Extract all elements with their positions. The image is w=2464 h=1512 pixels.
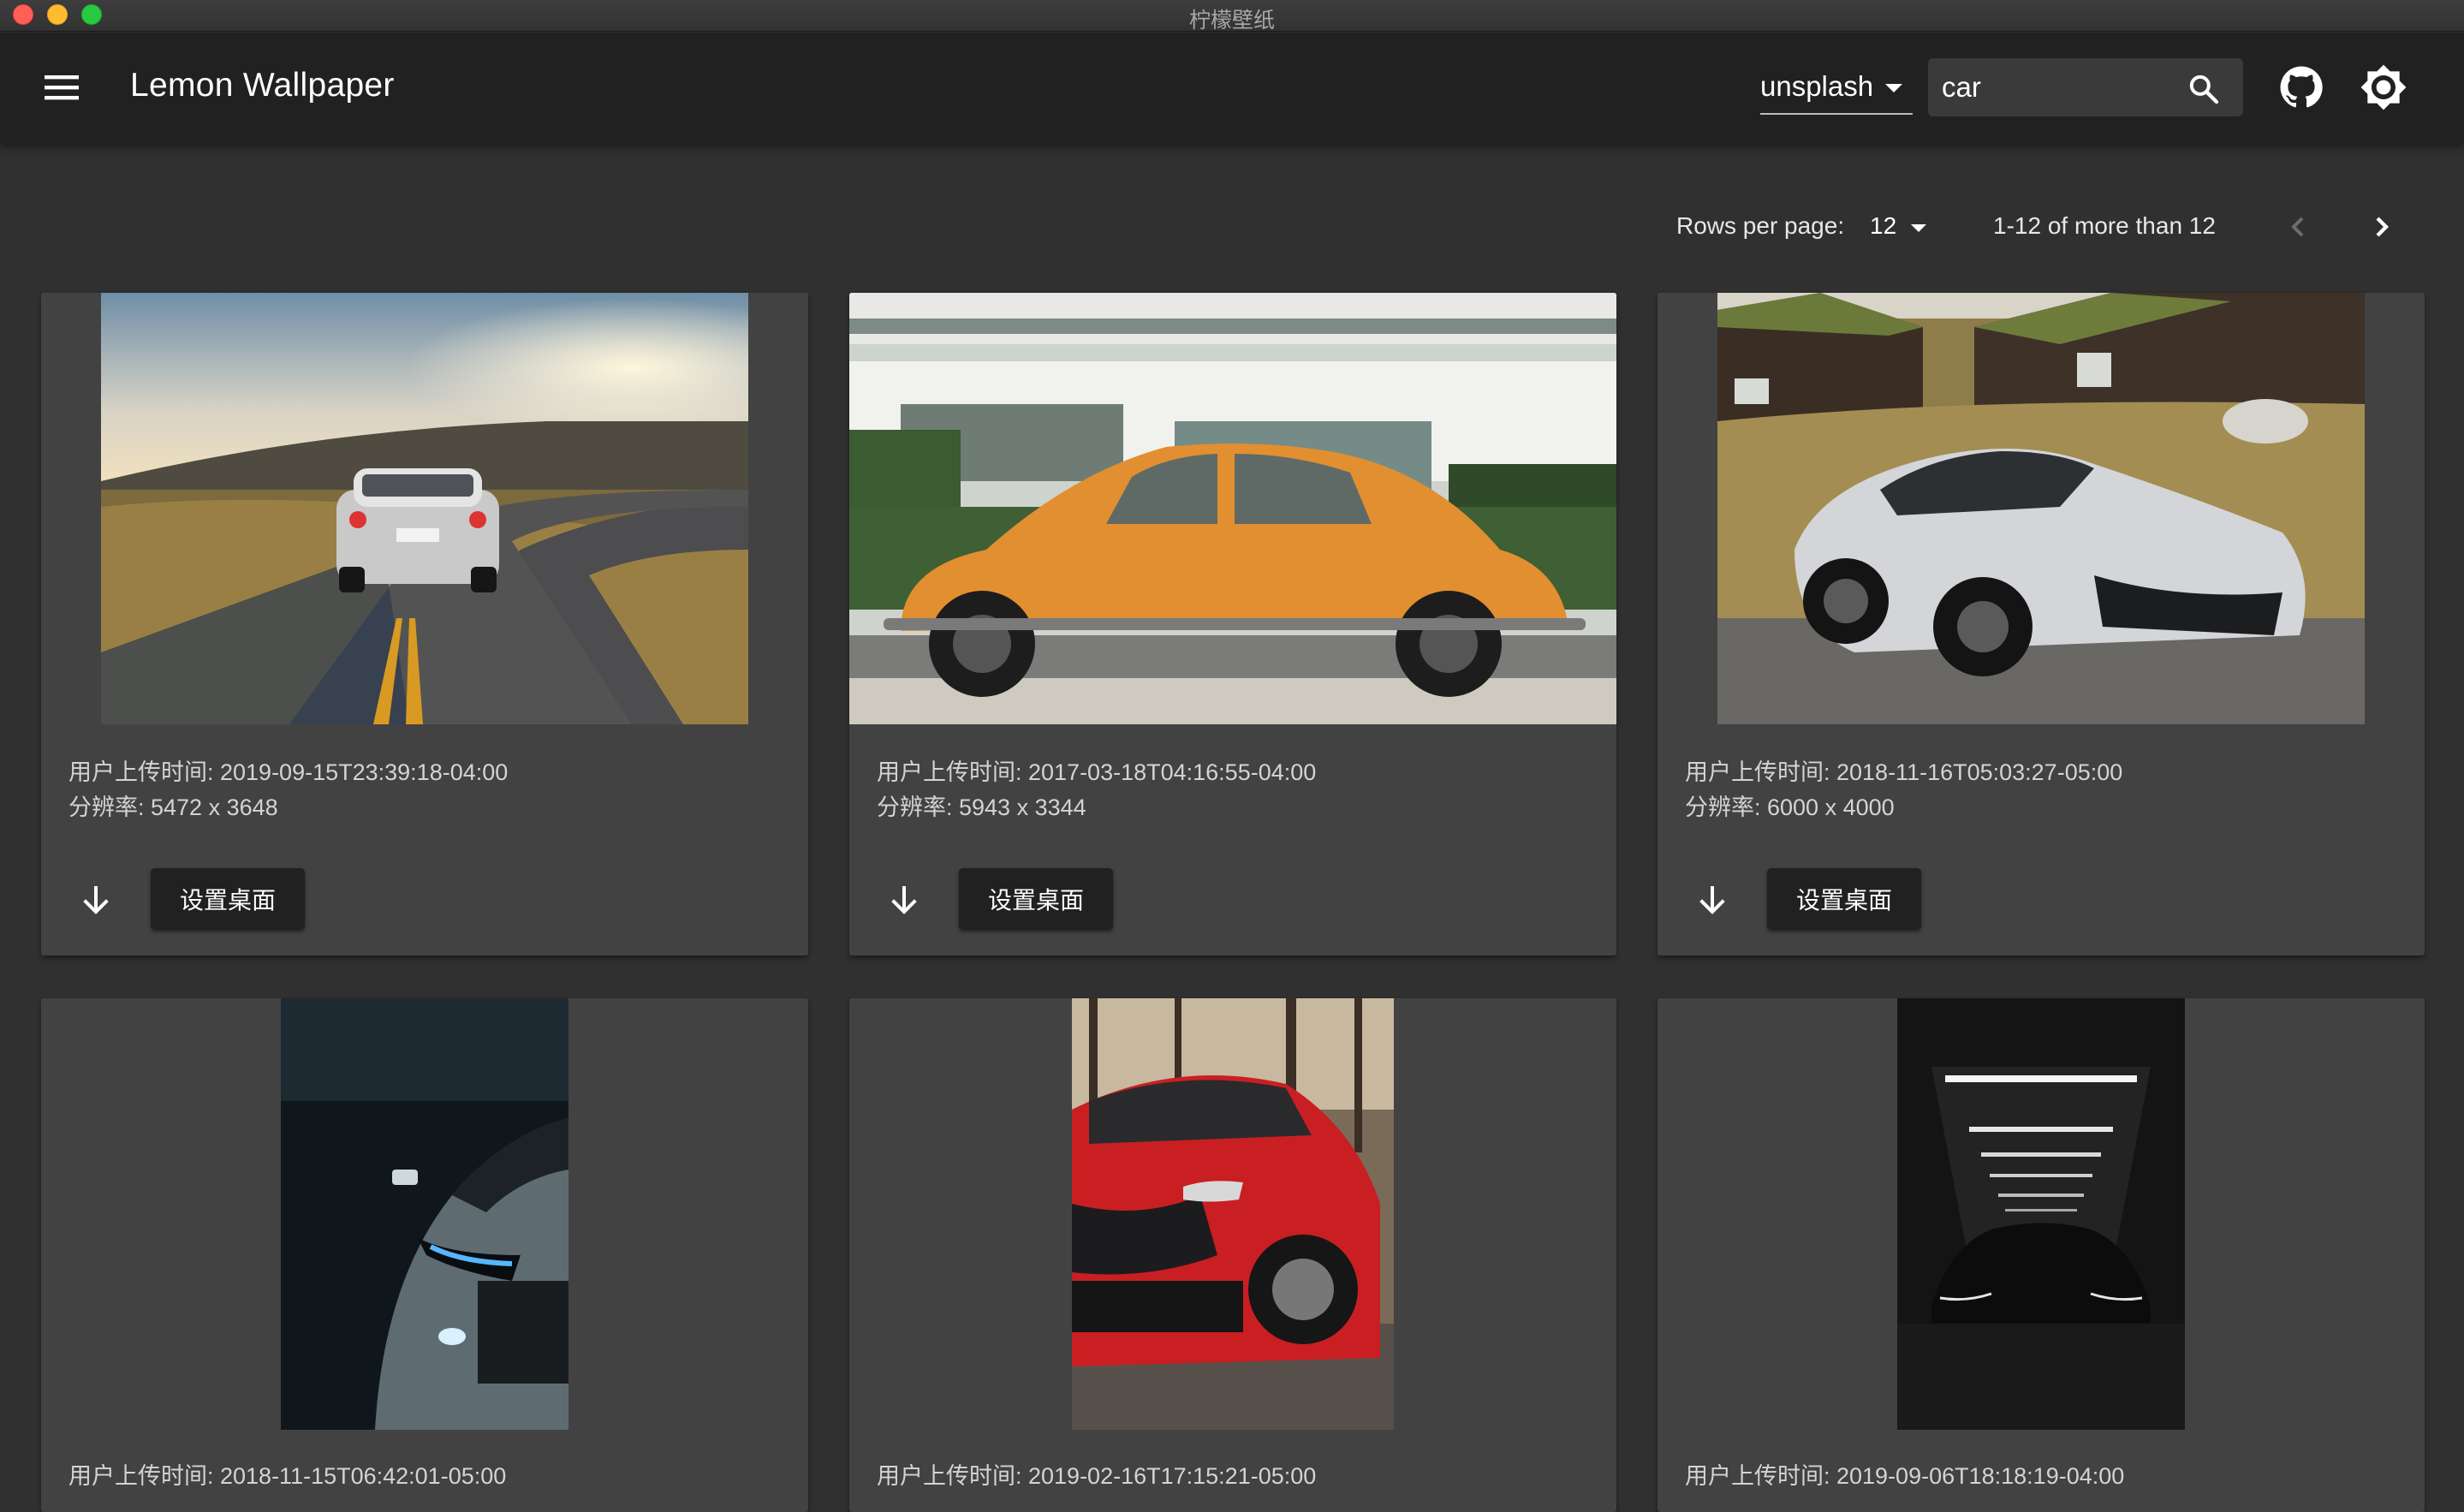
- card-meta: 用户上传时间: 2019-09-06T18:18:19-04:00: [1685, 1459, 2124, 1494]
- set-wallpaper-button[interactable]: 设置桌面: [959, 868, 1113, 930]
- rows-per-page-label: Rows per page:: [1676, 212, 1845, 239]
- wallpaper-image[interactable]: [1897, 998, 2185, 1430]
- pagination-range: 1-12 of more than 12: [1993, 212, 2216, 239]
- chevron-down-icon: [1885, 84, 1902, 92]
- menu-icon[interactable]: [41, 70, 82, 104]
- search-icon[interactable]: [2187, 72, 2221, 106]
- upload-time: 用户上传时间: 2018-11-15T06:42:01-05:00: [68, 1463, 507, 1489]
- upload-time: 用户上传时间: 2019-09-06T18:18:19-04:00: [1685, 1463, 2125, 1489]
- rows-per-page-select[interactable]: 12: [1870, 205, 1938, 248]
- wallpaper-card: 用户上传时间: 2018-11-16T05:03:27-05:00 分辨率: 6…: [1658, 293, 2425, 955]
- wallpaper-card: 用户上传时间: 2019-02-16T17:15:21-05:00: [849, 998, 1616, 1512]
- rows-per-page-value: 12: [1870, 212, 1897, 239]
- card-meta: 用户上传时间: 2017-03-18T04:16:55-04:00 分辨率: 5…: [877, 755, 1316, 825]
- wallpaper-image[interactable]: [849, 293, 1616, 724]
- set-wallpaper-button[interactable]: 设置桌面: [1767, 868, 1921, 930]
- github-icon[interactable]: [2277, 63, 2325, 111]
- upload-time: 用户上传时间: 2019-02-16T17:15:21-05:00: [877, 1463, 1317, 1489]
- resolution: 分辨率: 5472 x 3648: [68, 795, 278, 820]
- source-select[interactable]: unsplash: [1760, 60, 1913, 115]
- window-titlebar: 柠檬壁纸: [0, 0, 2464, 33]
- wallpaper-card: 用户上传时间: 2019-09-15T23:39:18-04:00 分辨率: 5…: [41, 293, 808, 955]
- app-bar: Lemon Wallpaper unsplash: [0, 33, 2464, 144]
- chevron-left-icon[interactable]: [2281, 205, 2315, 248]
- upload-time: 用户上传时间: 2018-11-16T05:03:27-05:00: [1685, 759, 2123, 785]
- download-icon[interactable]: [79, 880, 113, 918]
- resolution: 分辨率: 5943 x 3344: [877, 795, 1086, 820]
- card-meta: 用户上传时间: 2018-11-15T06:42:01-05:00: [68, 1459, 506, 1494]
- download-icon[interactable]: [887, 880, 921, 918]
- download-icon[interactable]: [1695, 880, 1729, 918]
- wallpaper-image[interactable]: [1717, 293, 2365, 724]
- card-meta: 用户上传时间: 2019-09-15T23:39:18-04:00 分辨率: 5…: [68, 755, 508, 825]
- upload-time: 用户上传时间: 2019-09-15T23:39:18-04:00: [68, 759, 509, 785]
- search-input[interactable]: [1942, 67, 2156, 108]
- set-wallpaper-button[interactable]: 设置桌面: [151, 868, 305, 930]
- upload-time: 用户上传时间: 2017-03-18T04:16:55-04:00: [877, 759, 1317, 785]
- app-title: Lemon Wallpaper: [130, 67, 395, 104]
- wallpaper-card: 用户上传时间: 2019-09-06T18:18:19-04:00: [1658, 998, 2425, 1512]
- source-select-value: unsplash: [1760, 70, 1874, 102]
- chevron-down-icon: [1911, 224, 1926, 232]
- wallpaper-card: 用户上传时间: 2018-11-15T06:42:01-05:00: [41, 998, 808, 1512]
- window-title: 柠檬壁纸: [1188, 8, 1275, 33]
- wallpaper-card: 用户上传时间: 2017-03-18T04:16:55-04:00 分辨率: 5…: [849, 293, 1616, 955]
- card-meta: 用户上传时间: 2019-02-16T17:15:21-05:00: [877, 1459, 1316, 1494]
- wallpaper-image[interactable]: [101, 293, 748, 724]
- brightness-icon[interactable]: [2360, 63, 2407, 111]
- chevron-right-icon[interactable]: [2365, 205, 2399, 248]
- resolution: 分辨率: 6000 x 4000: [1685, 795, 1895, 820]
- wallpaper-image[interactable]: [281, 998, 568, 1430]
- wallpaper-image[interactable]: [1072, 998, 1394, 1430]
- card-meta: 用户上传时间: 2018-11-16T05:03:27-05:00 分辨率: 6…: [1685, 755, 2122, 825]
- search-box: [1928, 58, 2243, 116]
